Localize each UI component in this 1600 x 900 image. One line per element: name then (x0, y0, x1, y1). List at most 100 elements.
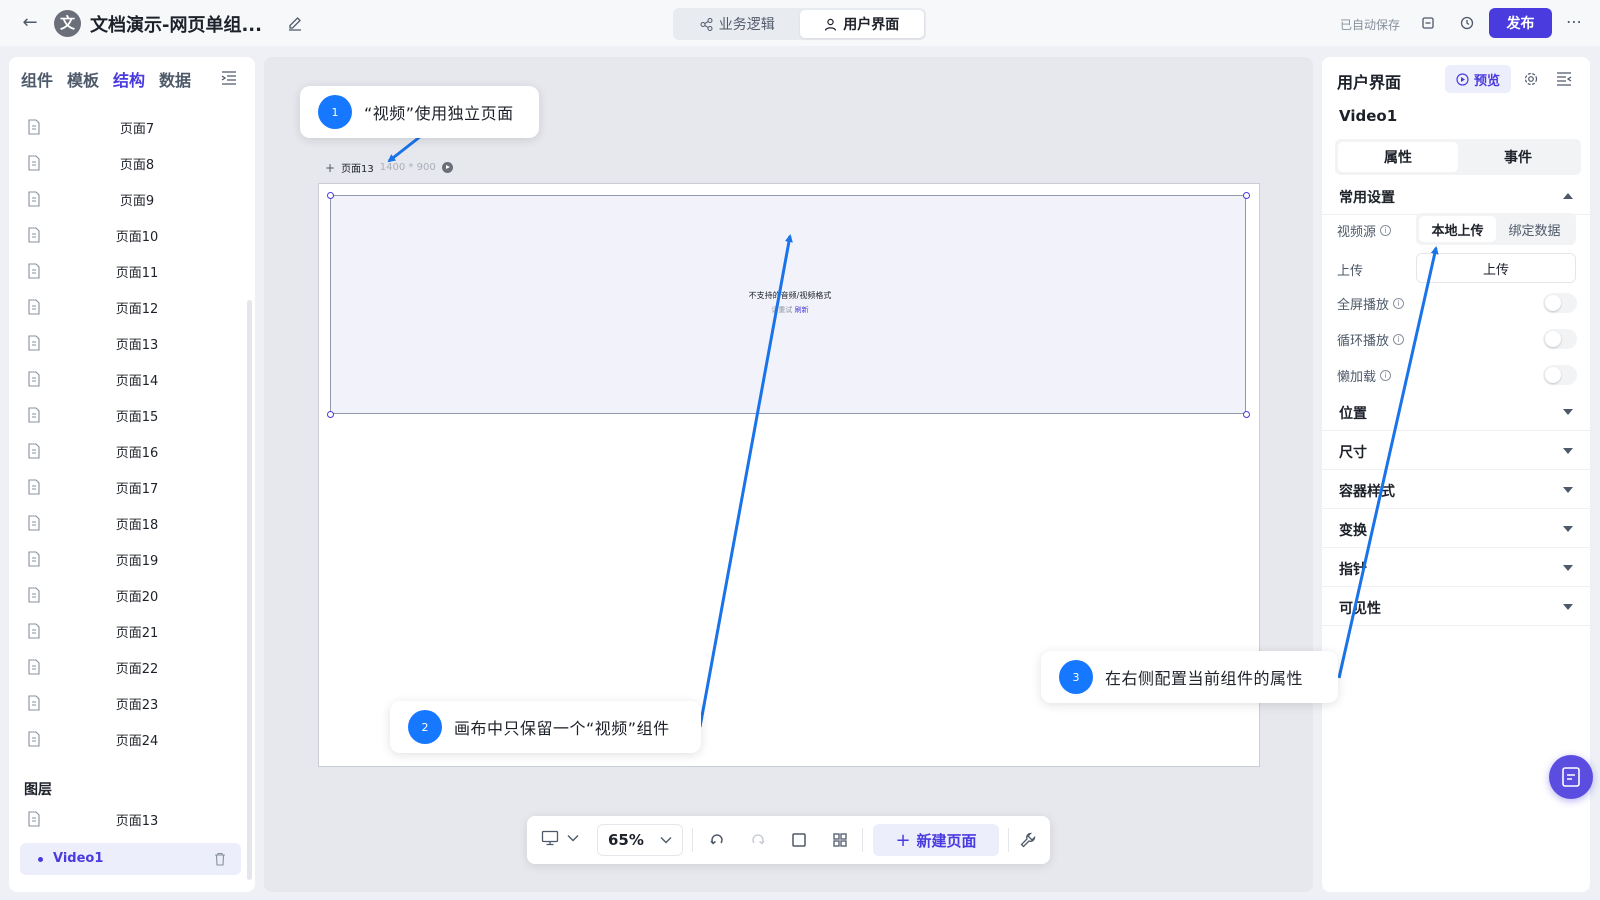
page-list-scrollbar[interactable] (247, 300, 252, 880)
save-icon[interactable] (1419, 14, 1437, 32)
page-list-item-label: 页面18 (115, 518, 159, 533)
chevron-down-icon (1563, 565, 1573, 571)
section-container-style[interactable]: 容器样式 (1322, 471, 1590, 509)
page-list-item[interactable]: 页面22 (9, 649, 245, 685)
info-icon[interactable]: i (1393, 334, 1405, 345)
callout-1-number: 1 (318, 95, 352, 129)
page-list-item[interactable]: 页面15 (9, 397, 245, 433)
document-icon (28, 443, 40, 459)
frame-icon[interactable] (790, 831, 808, 849)
assistant-chat-button[interactable] (1549, 755, 1593, 799)
resize-handle-top-left[interactable] (327, 192, 334, 199)
resize-handle-top-right[interactable] (1243, 192, 1250, 199)
page-list-item[interactable]: 页面21 (9, 613, 245, 649)
zoom-value: 65% (608, 831, 644, 849)
document-icon (28, 371, 40, 387)
tab-user-interface[interactable]: 用户界面 (799, 10, 924, 38)
history-icon[interactable] (1458, 14, 1476, 32)
tab-structure[interactable]: 结构 (113, 67, 145, 91)
page-list-item[interactable]: 页面23 (9, 685, 245, 721)
page-list-item[interactable]: 页面16 (9, 433, 245, 469)
document-icon (28, 227, 40, 243)
document-icon (28, 479, 40, 495)
more-options-icon[interactable]: ⋯ (1566, 12, 1583, 31)
section-size[interactable]: 尺寸 (1322, 432, 1590, 470)
plus-icon: + (895, 829, 911, 851)
video-error-message: 不支持的音频/视频格式 (748, 291, 832, 300)
device-selector[interactable] (541, 830, 579, 846)
page-play-icon[interactable] (441, 162, 453, 173)
tab-properties[interactable]: 属性 (1338, 142, 1458, 172)
page-list-item[interactable]: 页面10 (9, 217, 245, 253)
info-icon[interactable]: i (1393, 298, 1405, 309)
upload-button[interactable]: 上传 (1416, 253, 1576, 283)
page-list-item[interactable]: 页面13 (9, 325, 245, 361)
layer-page-label: 页面13 (115, 814, 159, 829)
chevron-down-icon (1563, 526, 1573, 532)
section-container-style-label: 容器样式 (1339, 484, 1395, 500)
chevron-down-icon (1563, 604, 1573, 610)
wrench-icon[interactable] (1019, 831, 1037, 849)
property-tabs: 属性 事件 (1335, 139, 1581, 175)
loop-toggle[interactable] (1543, 329, 1577, 349)
page-tag-name: 页面13 (341, 164, 374, 175)
page-list-item[interactable]: 页面7 (9, 109, 245, 145)
page-list-item[interactable]: 页面19 (9, 541, 245, 577)
page-list-item[interactable]: 页面18 (9, 505, 245, 541)
section-visibility[interactable]: 可见性 (1322, 588, 1590, 626)
loop-label: 循环播放 (1337, 334, 1390, 349)
section-pointer[interactable]: 指针 (1322, 549, 1590, 587)
option-bind-data[interactable]: 绑定数据 (1496, 216, 1573, 242)
delete-trash-icon[interactable] (214, 852, 226, 866)
collapse-right-panel-icon[interactable] (1556, 71, 1572, 87)
fullscreen-toggle[interactable] (1543, 293, 1577, 313)
tab-business-logic-label: 业务逻辑 (718, 17, 775, 33)
info-icon[interactable]: i (1380, 225, 1392, 236)
zoom-select[interactable]: 65% (597, 824, 683, 856)
tab-components[interactable]: 组件 (21, 67, 53, 91)
grid-icon[interactable] (831, 831, 849, 849)
section-pointer-label: 指针 (1339, 562, 1367, 578)
tab-data[interactable]: 数据 (159, 67, 191, 91)
tab-templates[interactable]: 模板 (67, 67, 99, 91)
resize-handle-bottom-right[interactable] (1243, 411, 1250, 418)
back-arrow-icon[interactable]: ← (20, 13, 40, 33)
info-icon[interactable]: i (1380, 370, 1392, 381)
collapse-panel-icon[interactable] (221, 71, 237, 85)
lazy-load-toggle[interactable] (1543, 365, 1577, 385)
redo-icon[interactable] (749, 831, 767, 849)
preview-button[interactable]: 预览 (1445, 65, 1511, 93)
document-icon (28, 551, 40, 567)
page-list-item[interactable]: 页面20 (9, 577, 245, 613)
undo-icon[interactable] (708, 831, 726, 849)
page-list-item[interactable]: 页面9 (9, 181, 245, 217)
resize-handle-bottom-left[interactable] (327, 411, 334, 418)
new-page-button[interactable]: + 新建页面 (873, 824, 999, 856)
settings-gear-icon[interactable] (1523, 71, 1539, 87)
edit-pencil-icon[interactable] (287, 15, 303, 31)
section-position[interactable]: 位置 (1322, 393, 1590, 431)
publish-button[interactable]: 发布 (1489, 8, 1552, 38)
app-title: 文档演示-网页单组... (90, 15, 262, 36)
page-list-item[interactable]: 页面14 (9, 361, 245, 397)
layer-video1-row[interactable]: Video1 (20, 843, 241, 875)
mode-switch: 业务逻辑 用户界面 (673, 8, 926, 40)
page-list-item[interactable]: 页面8 (9, 145, 245, 181)
option-local-upload[interactable]: 本地上传 (1419, 216, 1496, 242)
page-list-item[interactable]: 页面12 (9, 289, 245, 325)
page-list-item-label: 页面11 (115, 266, 159, 281)
page-tag[interactable]: + 页面13 1400 * 900 (325, 160, 453, 175)
video-refresh-link[interactable]: 刷新 (795, 306, 809, 314)
section-common-settings[interactable]: 常用设置 (1322, 177, 1590, 215)
tab-business-logic[interactable]: 业务逻辑 (675, 10, 800, 38)
layer-page-row[interactable]: 页面13 (9, 801, 245, 837)
tab-events[interactable]: 事件 (1458, 142, 1578, 172)
page-list-item[interactable]: 页面11 (9, 253, 245, 289)
section-transform[interactable]: 变换 (1322, 510, 1590, 548)
page-list-item[interactable]: 页面24 (9, 721, 245, 757)
document-icon (28, 263, 40, 279)
page-tag-plus-icon: + (325, 160, 336, 175)
page-list-item-label: 页面9 (119, 194, 155, 209)
page-list-item[interactable]: 页面17 (9, 469, 245, 505)
page-list-item-label: 页面7 (119, 122, 155, 137)
